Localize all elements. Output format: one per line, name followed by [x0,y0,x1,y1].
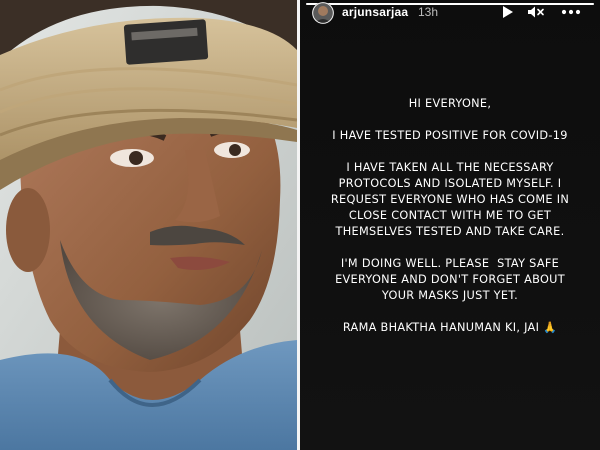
portrait-illustration [0,0,297,450]
more-options-button[interactable] [559,4,583,20]
message-line: EVERYONE AND DON'T FORGET ABOUT [335,273,565,286]
story-timestamp: 13h [418,5,439,19]
message-greeting: HI EVERYONE, [408,97,492,110]
message-line: PROTOCOLS AND ISOLATED MYSELF. I [338,177,562,190]
story-message: HI EVERYONE, I HAVE TESTED POSITIVE FOR … [300,96,600,352]
more-options-icon [561,9,581,15]
message-line: YOUR MASKS JUST YET. [381,289,519,302]
message-line: REQUEST EVERYONE WHO HAS COME IN [330,193,570,206]
message-line: I'M DOING WELL. PLEASE STAY SAFE [340,257,560,270]
message-line: I HAVE TAKEN ALL THE NECESSARY [346,161,554,174]
play-button[interactable] [499,4,517,20]
message-line: CLOSE CONTACT WITH ME TO GET [348,209,552,222]
profile-avatar[interactable] [312,2,334,24]
play-icon [503,6,513,18]
message-closing-text: RAMA BHAKTHA HANUMAN KI, JAI [342,321,540,334]
news-collage: arjunsarjaa 13h HI EVERYONE, I HAVE TEST… [0,0,600,450]
message-paragraph-stay-safe: I'M DOING WELL. PLEASE STAY SAFE EVERYON… [300,256,600,304]
message-closing: RAMA BHAKTHA HANUMAN KI, JAI 🙏 [300,320,600,336]
praying-hands-icon: 🙏 [543,321,558,334]
story-username[interactable]: arjunsarjaa [342,5,408,19]
message-line: THEMSELVES TESTED AND TAKE CARE. [335,225,565,238]
message-paragraph-isolation: I HAVE TAKEN ALL THE NECESSARY PROTOCOLS… [300,160,600,240]
avatar-image [312,2,334,24]
message-positive-line: I HAVE TESTED POSITIVE FOR COVID-19 [332,129,568,142]
mute-icon [528,6,544,18]
mute-button[interactable] [527,4,545,20]
instagram-story-panel[interactable]: arjunsarjaa 13h HI EVERYONE, I HAVE TEST… [300,0,600,450]
portrait-photo [0,0,297,450]
